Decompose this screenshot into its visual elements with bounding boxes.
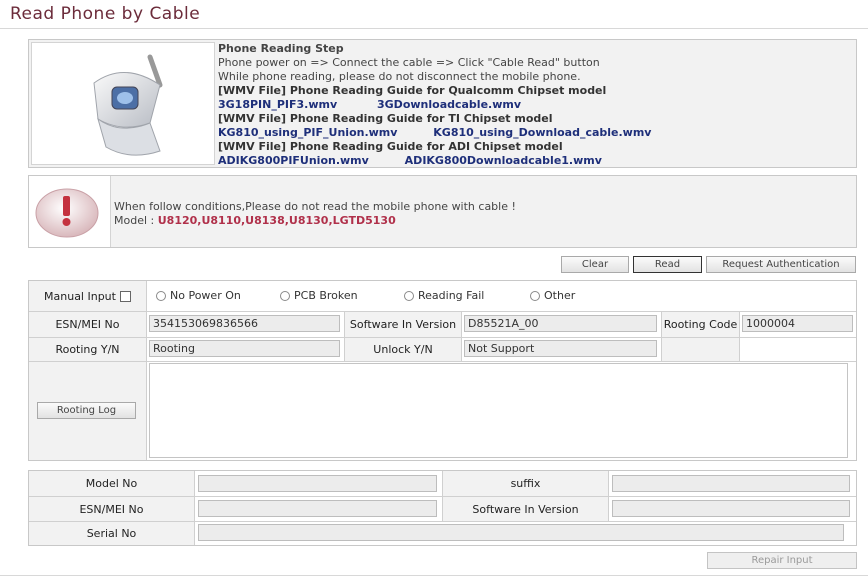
title-divider <box>0 28 868 29</box>
qualcomm-pif-video-link[interactable]: 3G18PIN_PIF3.wmv <box>218 98 337 111</box>
guide-text: Phone Reading Step Phone power on => Con… <box>218 42 651 168</box>
step-title: Phone Reading Step <box>218 42 344 55</box>
software-version-field[interactable]: D85521A_00 <box>464 315 657 332</box>
radio-dot-icon <box>530 290 540 301</box>
model-no-label: Model No <box>29 471 195 497</box>
radio-dot-icon <box>404 290 414 301</box>
software-version-label: Software In Version <box>345 312 462 338</box>
esn-field[interactable]: 354153069836566 <box>149 315 340 332</box>
phone-info-form: Manual Input No Power On PCB Broken Read… <box>28 280 857 461</box>
manual-input-label: Manual Input <box>44 289 116 303</box>
repair-input-button[interactable]: Repair Input <box>707 552 857 569</box>
clear-button[interactable]: Clear <box>561 256 629 273</box>
suffix-label: suffix <box>443 471 609 497</box>
unlock-yn-label: Unlock Y/N <box>345 338 462 362</box>
serial-no-field[interactable] <box>198 524 844 541</box>
ti-download-cable-video-link[interactable]: KG810_using_Download_cable.wmv <box>433 126 651 139</box>
rooting-log-cell: Rooting Log <box>29 362 147 460</box>
suffix-field[interactable] <box>612 475 850 492</box>
model-label: Model : <box>114 214 155 227</box>
radio-no-power-on[interactable]: No Power On <box>156 289 241 302</box>
radio-pcb-broken[interactable]: PCB Broken <box>280 289 358 302</box>
warning-message: When follow conditions,Please do not rea… <box>114 200 516 213</box>
flip-phone-image <box>31 42 215 165</box>
rooting-log-textarea[interactable] <box>149 363 848 458</box>
rooting-yn-field[interactable]: Rooting <box>149 340 340 357</box>
exclamation-warning-icon <box>29 176 111 247</box>
radio-reading-fail[interactable]: Reading Fail <box>404 289 484 302</box>
qualcomm-download-cable-video-link[interactable]: 3GDownloadcable.wmv <box>377 98 521 111</box>
manual-input-cell: Manual Input <box>29 281 147 312</box>
step-line-1: Phone power on => Connect the cable => C… <box>218 56 600 69</box>
serial-no-label: Serial No <box>29 522 195 545</box>
restricted-models: U8120,U8110,U8138,U8130,LGTD5130 <box>157 214 396 227</box>
radio-dot-icon <box>156 290 166 301</box>
rooting-code-label: Rooting Code <box>662 312 740 338</box>
model-no-field[interactable] <box>198 475 437 492</box>
read-button[interactable]: Read <box>633 256 702 273</box>
rooting-yn-label: Rooting Y/N <box>29 338 147 362</box>
adi-guide-heading: [WMV File] Phone Reading Guide for ADI C… <box>218 140 563 153</box>
repair-info-form: Model No suffix ESN/MEI No Software In V… <box>28 470 857 546</box>
reason-radio-group: No Power On PCB Broken Reading Fail Othe… <box>147 281 856 312</box>
repair-software-version-field[interactable] <box>612 500 850 517</box>
empty-label-cell <box>662 338 740 362</box>
rooting-log-button[interactable]: Rooting Log <box>37 402 136 419</box>
adi-download-cable-video-link[interactable]: ADIKG800Downloadcable1.wmv <box>405 154 602 167</box>
radio-other[interactable]: Other <box>530 289 575 302</box>
radio-dot-icon <box>280 290 290 301</box>
esn-label: ESN/MEI No <box>29 312 147 338</box>
page-title: Read Phone by Cable <box>10 4 201 24</box>
ti-pif-video-link[interactable]: KG810_using_PIF_Union.wmv <box>218 126 397 139</box>
bottom-divider <box>0 575 868 576</box>
qualcomm-guide-heading: [WMV File] Phone Reading Guide for Qualc… <box>218 84 607 97</box>
unlock-yn-field[interactable]: Not Support <box>464 340 657 357</box>
ti-guide-heading: [WMV File] Phone Reading Guide for TI Ch… <box>218 112 553 125</box>
rooting-code-field[interactable]: 1000004 <box>742 315 853 332</box>
repair-esn-field[interactable] <box>198 500 437 517</box>
adi-pif-video-link[interactable]: ADIKG800PIFUnion.wmv <box>218 154 369 167</box>
reading-guide-panel: Phone Reading Step Phone power on => Con… <box>28 39 857 168</box>
request-authentication-button[interactable]: Request Authentication <box>706 256 856 273</box>
empty-value-cell <box>740 338 856 362</box>
step-line-2: While phone reading, please do not disco… <box>218 70 581 83</box>
repair-software-version-label: Software In Version <box>443 497 609 522</box>
cable-warning-panel: When follow conditions,Please do not rea… <box>28 175 857 248</box>
repair-esn-label: ESN/MEI No <box>29 497 195 522</box>
manual-input-checkbox[interactable] <box>119 290 131 302</box>
